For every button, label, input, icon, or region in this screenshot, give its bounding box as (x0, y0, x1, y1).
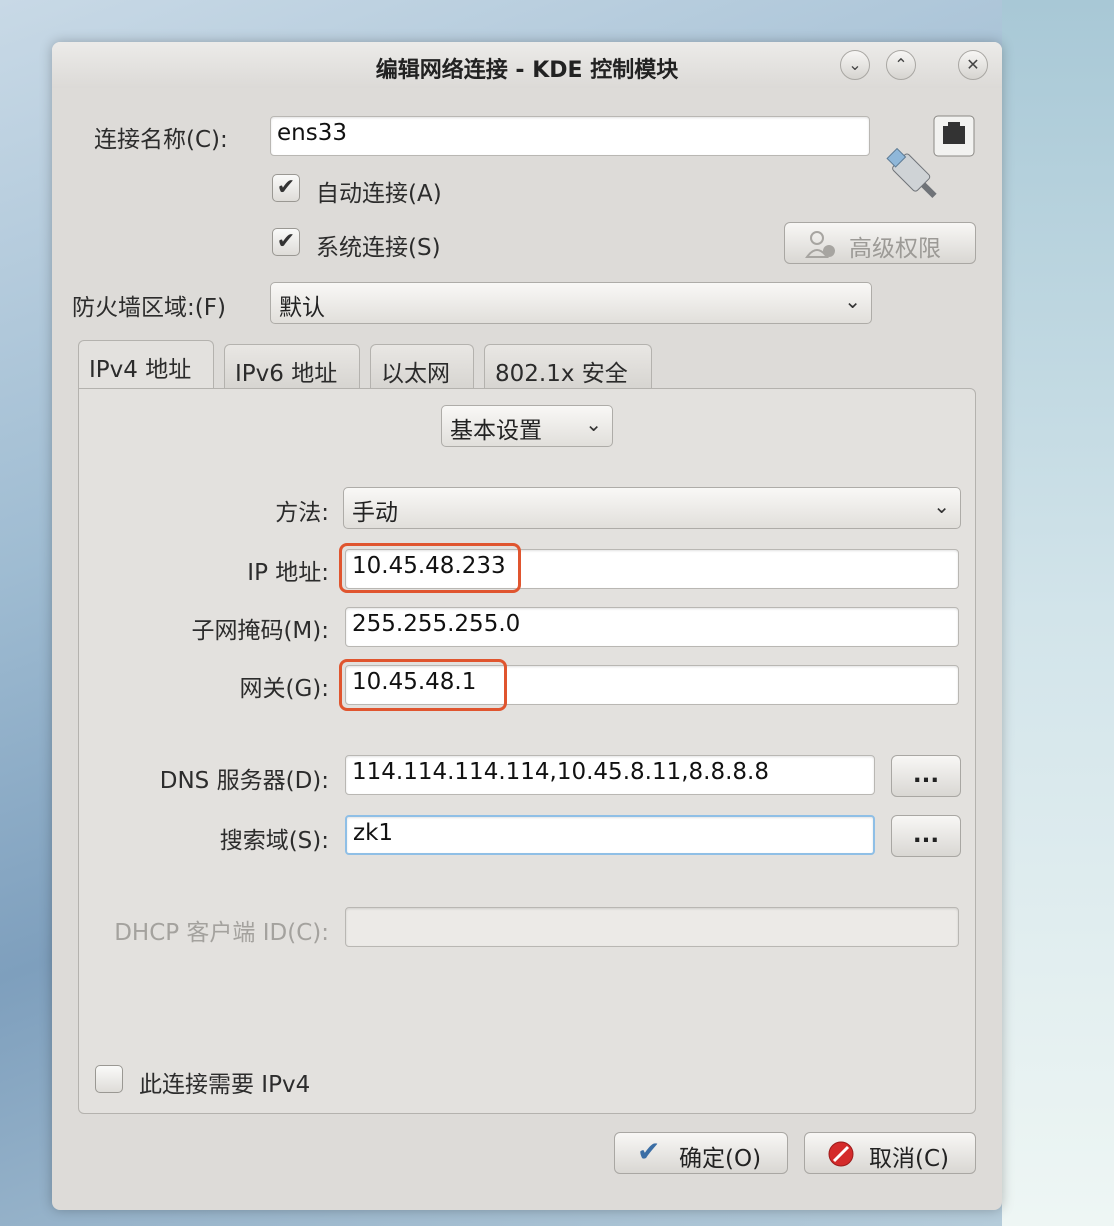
cancel-icon (827, 1140, 855, 1174)
auto-connect-checkbox[interactable]: ✔ (272, 174, 300, 202)
advanced-permissions-label: 高级权限 (849, 236, 941, 262)
settings-mode-value: 基本设置 (450, 418, 542, 444)
system-connect-label: 系统连接(S) (316, 235, 441, 261)
cancel-button-label: 取消(C) (869, 1146, 950, 1172)
ip-address-label: IP 地址: (247, 560, 329, 586)
require-ipv4-checkbox[interactable] (95, 1065, 123, 1093)
chevron-down-icon: ⌄ (933, 494, 950, 518)
minimize-button[interactable]: ⌄ (840, 50, 870, 80)
cancel-button[interactable]: 取消(C) (804, 1132, 976, 1174)
ok-button-label: 确定(O) (679, 1146, 762, 1172)
netmask-label: 子网掩码(M): (191, 618, 329, 644)
system-connect-checkbox[interactable]: ✔ (272, 228, 300, 256)
search-domain-label: 搜索域(S): (219, 828, 329, 854)
connection-name-label: 连接名称(C): (94, 127, 228, 153)
dhcp-client-id-label: DHCP 客户端 ID(C): (114, 920, 329, 946)
gateway-label: 网关(G): (239, 676, 329, 702)
tab-ethernet[interactable]: 以太网 (370, 344, 474, 390)
settings-mode-select[interactable]: 基本设置 ⌄ (441, 405, 613, 447)
maximize-button[interactable]: ⌃ (886, 50, 916, 80)
netmask-input[interactable]: 255.255.255.0 (345, 607, 959, 647)
search-domain-more-button[interactable]: ... (891, 815, 961, 857)
gateway-highlight (339, 659, 507, 711)
tab-8021x-security[interactable]: 802.1x 安全 (484, 344, 652, 390)
ok-button[interactable]: ✔ 确定(O) (614, 1132, 788, 1174)
network-plug-icon (884, 114, 980, 210)
tab-ipv6[interactable]: IPv6 地址 (224, 344, 360, 390)
network-dialog: 编辑网络连接 - KDE 控制模块 ⌄ ⌃ ✕ 连接名称(C): ens33 ✔… (52, 42, 1002, 1210)
connection-name-input[interactable]: ens33 (270, 116, 870, 156)
dhcp-client-id-input[interactable] (345, 907, 959, 947)
chevron-down-icon: ⌄ (585, 412, 602, 436)
search-domain-input[interactable]: zk1 (345, 815, 875, 855)
title-bar[interactable]: 编辑网络连接 - KDE 控制模块 ⌄ ⌃ ✕ (52, 42, 1002, 88)
firewall-zone-select[interactable]: 默认 ⌄ (270, 282, 872, 324)
close-button[interactable]: ✕ (958, 50, 988, 80)
advanced-permissions-button[interactable]: 高级权限 (784, 222, 976, 264)
ip-address-highlight (339, 543, 521, 593)
chevron-down-icon: ⌄ (844, 289, 861, 313)
method-label: 方法: (275, 500, 329, 526)
method-select[interactable]: 手动 ⌄ (343, 487, 961, 529)
dns-servers-label: DNS 服务器(D): (159, 768, 329, 794)
tab-ipv4[interactable]: IPv4 地址 (78, 340, 214, 390)
method-value: 手动 (352, 500, 398, 526)
dns-more-button[interactable]: ... (891, 755, 961, 797)
require-ipv4-label: 此连接需要 IPv4 (139, 1072, 311, 1098)
user-lock-icon (805, 229, 837, 265)
firewall-zone-label: 防火墙区域:(F) (72, 295, 226, 321)
ipv4-panel: 基本设置 ⌄ 方法: 手动 ⌄ IP 地址: 10.45.48.233 子网掩码… (78, 388, 976, 1114)
dns-servers-input[interactable]: 114.114.114.114,10.45.8.11,8.8.8.8 (345, 755, 875, 795)
auto-connect-label: 自动连接(A) (316, 181, 442, 207)
firewall-zone-value: 默认 (279, 295, 325, 321)
check-icon: ✔ (637, 1135, 661, 1168)
desktop-background (1002, 0, 1114, 1226)
